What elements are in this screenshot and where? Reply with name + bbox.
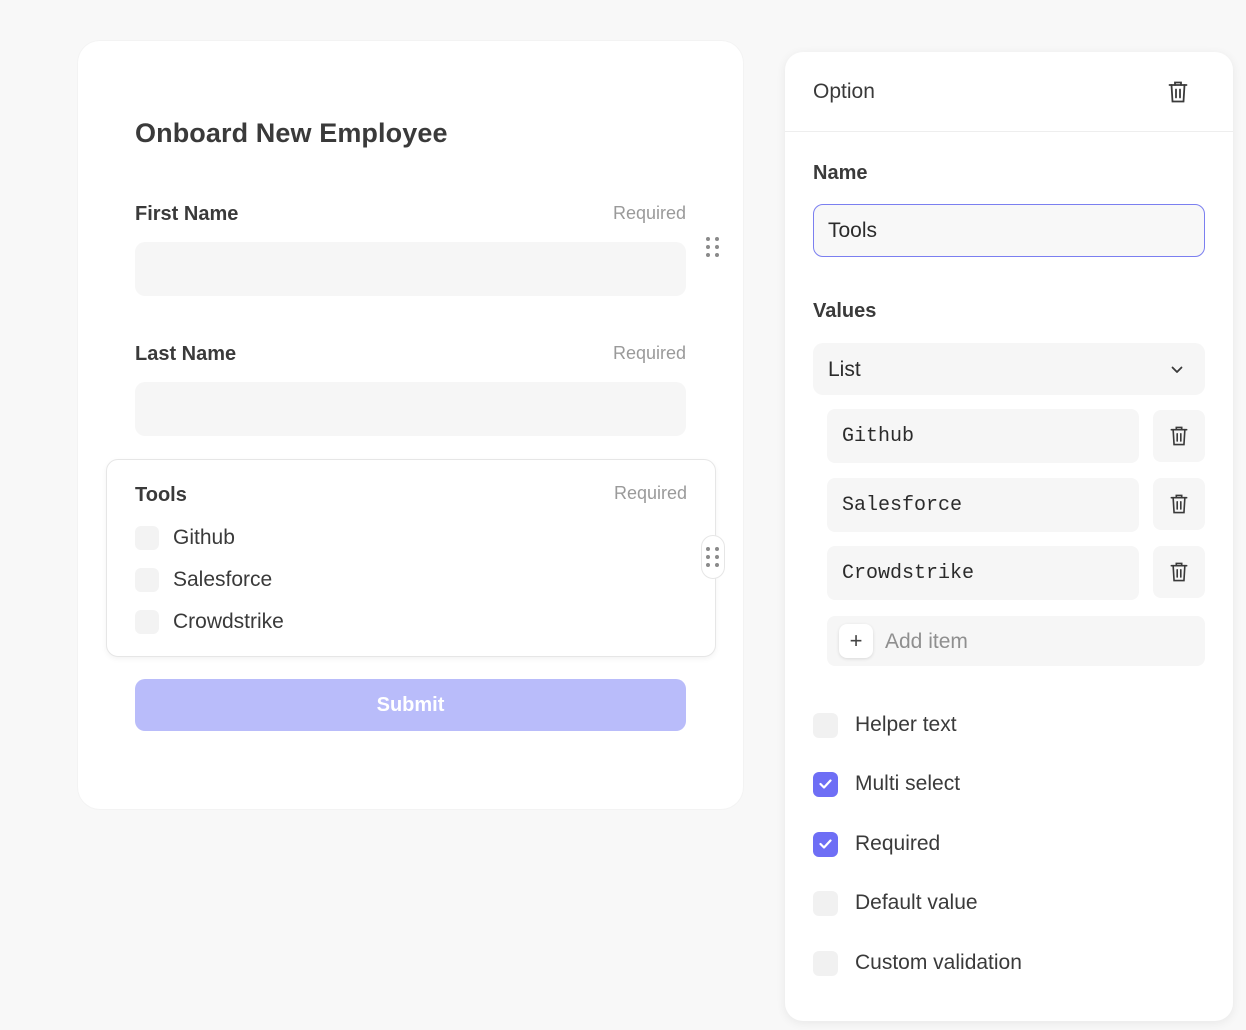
custom-validation-toggle[interactable]: Custom validation [813, 950, 1022, 976]
values-label: Values [813, 300, 877, 322]
tools-option-crowdstrike[interactable]: Crowdstrike [135, 609, 284, 635]
values-type-value: List [828, 358, 861, 381]
trash-icon[interactable] [1153, 546, 1205, 598]
check-icon [819, 779, 832, 789]
option-label: Github [173, 526, 235, 549]
checkbox[interactable] [813, 950, 838, 976]
last-name-required-label: Required [612, 343, 686, 363]
toggle-label: Custom validation [855, 951, 1022, 974]
values-type-select[interactable]: List [813, 343, 1205, 395]
toggle-label: Multi select [855, 772, 961, 795]
default-value-toggle[interactable]: Default value [813, 890, 978, 916]
add-item-label: Add item [885, 630, 968, 653]
check-icon [819, 839, 832, 849]
checkbox[interactable] [135, 526, 159, 550]
tools-required-label: Required [613, 483, 687, 503]
trash-icon[interactable] [1153, 410, 1205, 462]
toggle-label: Required [855, 832, 941, 855]
multi-select-toggle[interactable]: Multi select [813, 771, 960, 797]
first-name-required-label: Required [612, 203, 686, 223]
name-input[interactable] [813, 204, 1205, 257]
checkbox-checked[interactable] [813, 771, 838, 797]
form-title: Onboard New Employee [135, 118, 448, 148]
trash-icon[interactable] [1153, 478, 1205, 530]
chevron-down-icon [1171, 361, 1183, 379]
name-label: Name [813, 162, 868, 184]
add-item-row[interactable]: + Add item [827, 616, 1205, 666]
panel-title: Option [813, 80, 875, 103]
plus-icon[interactable]: + [839, 624, 873, 658]
checkbox[interactable] [135, 610, 159, 634]
required-toggle[interactable]: Required [813, 831, 940, 857]
option-settings-panel: Option Name Values List Github Salesforc… [785, 52, 1233, 1021]
first-name-label: First Name [135, 203, 239, 225]
tools-field-selected[interactable]: Tools Required Github Salesforce Crowdst… [106, 459, 716, 657]
form-preview-card: Onboard New Employee First Name Required… [78, 41, 743, 809]
last-name-label: Last Name [135, 343, 237, 365]
drag-handle-icon[interactable] [701, 535, 725, 579]
toggle-label: Helper text [855, 713, 957, 736]
toggle-label: Default value [855, 891, 978, 914]
submit-button[interactable]: Submit [135, 679, 686, 731]
checkbox[interactable] [813, 712, 838, 738]
checkbox[interactable] [813, 890, 838, 916]
first-name-input[interactable] [135, 242, 686, 296]
tools-label: Tools [135, 484, 187, 506]
drag-handle-icon[interactable] [701, 229, 725, 265]
tools-option-github[interactable]: Github [135, 525, 235, 551]
option-label: Salesforce [173, 568, 273, 591]
helper-text-toggle[interactable]: Helper text [813, 712, 957, 738]
last-name-input[interactable] [135, 382, 686, 436]
value-item-input[interactable]: Crowdstrike [827, 546, 1139, 600]
checkbox[interactable] [135, 568, 159, 592]
panel-header: Option [785, 52, 1233, 132]
option-label: Crowdstrike [173, 610, 284, 633]
value-item-input[interactable]: Salesforce [827, 478, 1139, 532]
tools-option-salesforce[interactable]: Salesforce [135, 567, 272, 593]
value-item-input[interactable]: Github [827, 409, 1139, 463]
trash-icon[interactable] [1163, 78, 1193, 106]
checkbox-checked[interactable] [813, 831, 838, 857]
